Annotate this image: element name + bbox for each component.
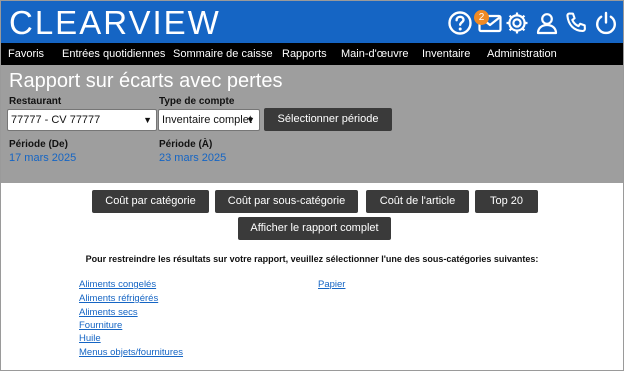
chevron-down-icon: ▼ [143,115,152,125]
restaurant-select-value: 77777 - CV 77777 [11,114,101,126]
subcategory-link[interactable]: Menus objets/fournitures [79,347,183,358]
subcategory-link[interactable]: Fourniture [79,320,122,331]
cost-by-category-button[interactable]: Coût par catégorie [92,190,209,213]
subcategory-link[interactable]: Papier [318,279,345,290]
restaurant-select[interactable]: 77777 - CV 77777 ▼ [7,109,157,131]
nav-item-entrees-quotidiennes[interactable]: Entrées quotidiennes [62,43,165,65]
subcategory-link[interactable]: Aliments congelés [79,279,156,290]
power-icon[interactable] [593,10,619,36]
nav-item-favoris[interactable]: Favoris [8,43,44,65]
main-nav: Favoris Entrées quotidiennes Sommaire de… [1,43,623,65]
cost-by-item-button[interactable]: Coût de l'article [366,190,469,213]
show-full-report-button[interactable]: Afficher le rapport complet [238,217,391,240]
nav-item-main-doeuvre[interactable]: Main-d'œuvre [341,43,409,65]
restaurant-label: Restaurant [9,96,62,107]
notification-badge: 2 [474,10,489,25]
user-icon[interactable] [534,10,560,36]
account-type-label: Type de compte [159,96,235,107]
period-to-label: Période (À) [159,139,213,150]
gear-icon[interactable] [504,10,530,36]
help-icon[interactable] [447,10,473,36]
top20-button[interactable]: Top 20 [475,190,538,213]
phone-icon[interactable] [563,10,589,36]
nav-item-inventaire[interactable]: Inventaire [422,43,470,65]
nav-item-rapports[interactable]: Rapports [282,43,327,65]
subcategory-link[interactable]: Huile [79,333,101,344]
app-window: CLEARVIEW 2 Favoris Entrées quotidiennes… [0,0,624,371]
top-header: CLEARVIEW 2 [1,1,623,43]
subcategory-link[interactable]: Aliments secs [79,307,138,318]
period-to-value: 23 mars 2025 [159,152,227,164]
select-period-button[interactable]: Sélectionner période [264,108,392,131]
account-type-select-value: Inventaire complet [162,114,252,126]
nav-item-administration[interactable]: Administration [487,43,557,65]
subcategory-instruction: Pour restreindre les résultats sur votre… [85,254,539,264]
chevron-down-icon: ▼ [246,115,255,125]
cost-by-subcategory-button[interactable]: Coût par sous-catégorie [215,190,358,213]
account-type-select[interactable]: Inventaire complet ▼ [158,109,260,131]
clearview-logo[interactable]: CLEARVIEW [9,4,221,42]
report-panel: Rapport sur écarts avec pertes Restauran… [1,65,623,183]
page-title: Rapport sur écarts avec pertes [9,70,283,92]
subcategory-link[interactable]: Aliments réfrigérés [79,293,158,304]
nav-item-sommaire-de-caisse[interactable]: Sommaire de caisse [173,43,273,65]
period-from-label: Période (De) [9,139,68,150]
period-from-value: 17 mars 2025 [9,152,77,164]
